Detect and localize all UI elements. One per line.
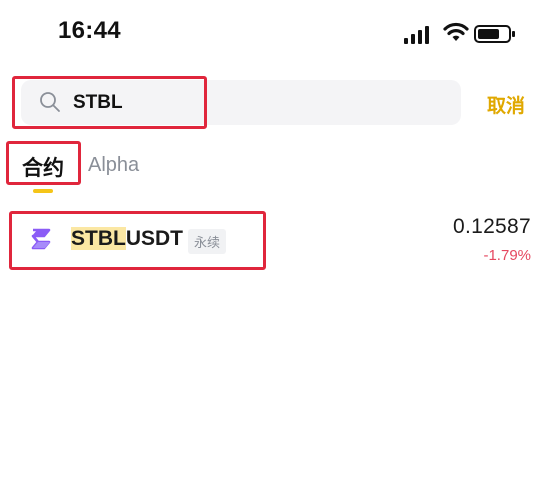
last-price: 0.12587 bbox=[452, 215, 531, 238]
price-change-percent: -1.79% bbox=[483, 247, 531, 264]
battery-icon bbox=[474, 25, 515, 43]
annotation-box-result bbox=[9, 211, 266, 270]
annotation-box-tab bbox=[6, 141, 81, 185]
search-screen: 16:44 STBL 取消 合约 Alpha STBLUSDT 永续 0.125… bbox=[0, 0, 555, 503]
annotation-box-search bbox=[12, 76, 207, 129]
active-tab-indicator bbox=[33, 189, 53, 193]
tab-alpha[interactable]: Alpha bbox=[88, 154, 139, 177]
wifi-icon bbox=[443, 22, 469, 41]
status-time: 16:44 bbox=[58, 17, 121, 44]
cancel-button[interactable]: 取消 bbox=[487, 91, 525, 118]
